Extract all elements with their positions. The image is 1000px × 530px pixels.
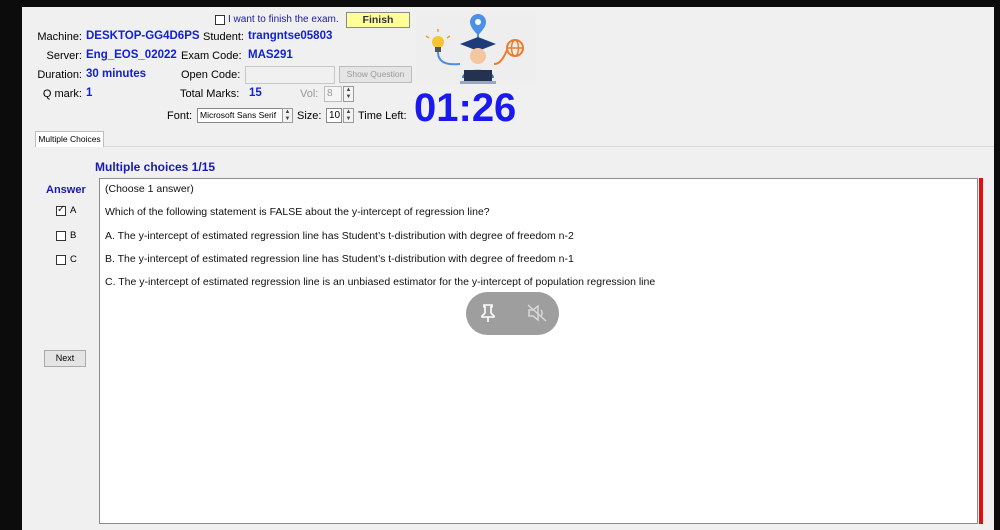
font-label: Font:: [167, 110, 193, 122]
tab-divider: [104, 146, 994, 147]
size-spinner[interactable]: ▲ ▼: [343, 108, 354, 123]
spin-down-icon[interactable]: ▼: [344, 94, 353, 101]
choose-hint: (Choose 1 answer): [105, 183, 194, 195]
server-label: Server:: [46, 50, 82, 62]
spin-up-icon[interactable]: ▲: [283, 109, 292, 116]
spin-down-icon[interactable]: ▼: [283, 116, 292, 123]
tab-multiple-choices[interactable]: Multiple Choices: [35, 131, 104, 147]
option-a-text: A. The y-intercept of estimated regressi…: [105, 230, 574, 242]
exam-code-label: Exam Code:: [181, 50, 242, 62]
student-label: Student:: [203, 31, 244, 43]
vol-input[interactable]: 8: [324, 86, 342, 102]
open-code-label: Open Code:: [181, 69, 241, 81]
pin-icon[interactable]: [476, 302, 500, 324]
top-dark-bar: [0, 0, 1000, 7]
font-spinner[interactable]: ▲ ▼: [282, 108, 293, 123]
spin-up-icon[interactable]: ▲: [344, 109, 353, 116]
scrollbar-indicator[interactable]: [979, 178, 983, 524]
option-b-text: B. The y-intercept of estimated regressi…: [105, 253, 574, 265]
duration-label: Duration:: [37, 69, 82, 81]
answer-option-c-label: C: [70, 254, 77, 265]
machine-label: Machine:: [37, 31, 82, 43]
time-left-display: 01:26: [414, 86, 517, 130]
font-select[interactable]: Microsoft Sans Serif: [197, 108, 292, 123]
left-dark-strip: [0, 7, 22, 530]
vol-spinner[interactable]: ▲ ▼: [343, 86, 354, 102]
size-input[interactable]: 10: [326, 108, 342, 123]
finish-exam-checkbox-label: I want to finish the exam.: [228, 14, 339, 25]
mute-icon[interactable]: [525, 302, 549, 324]
spin-up-icon[interactable]: ▲: [344, 87, 353, 94]
question-text: Which of the following statement is FALS…: [105, 206, 490, 218]
server-value: Eng_EOS_02022: [86, 49, 177, 61]
exam-logo: [416, 12, 536, 84]
finish-exam-checkbox[interactable]: [215, 15, 225, 25]
next-button[interactable]: Next: [44, 350, 86, 367]
qmark-value: 1: [86, 87, 93, 99]
answer-label: Answer: [46, 184, 86, 196]
time-left-label: Time Left:: [358, 110, 407, 122]
exam-code-value: MAS291: [248, 49, 293, 61]
duration-value: 30 minutes: [86, 68, 147, 80]
qmark-label: Q mark:: [42, 88, 82, 100]
machine-value: DESKTOP-GG4D6PS: [86, 30, 200, 42]
answer-checkbox-a[interactable]: [56, 204, 66, 216]
option-c-text: C. The y-intercept of estimated regressi…: [105, 276, 656, 288]
total-marks-label: Total Marks:: [180, 88, 240, 100]
answer-checkbox-c[interactable]: [56, 255, 66, 265]
answer-checkbox-b[interactable]: [56, 231, 66, 241]
vol-label: Vol:: [300, 88, 319, 100]
size-label: Size:: [297, 110, 322, 122]
answer-option-a-label: A: [70, 205, 77, 216]
answer-option-b-label: B: [70, 230, 77, 241]
show-question-button[interactable]: Show Question: [339, 66, 412, 83]
open-code-input[interactable]: [245, 66, 335, 84]
student-value: trangntse05803: [248, 30, 333, 42]
student-graduate-icon: [416, 12, 536, 84]
right-dark-strip: [994, 7, 1000, 530]
spin-down-icon[interactable]: ▼: [344, 116, 353, 123]
question-heading: Multiple choices 1/15: [95, 160, 216, 174]
total-marks-value: 15: [249, 87, 262, 99]
finish-button[interactable]: Finish: [346, 12, 410, 28]
